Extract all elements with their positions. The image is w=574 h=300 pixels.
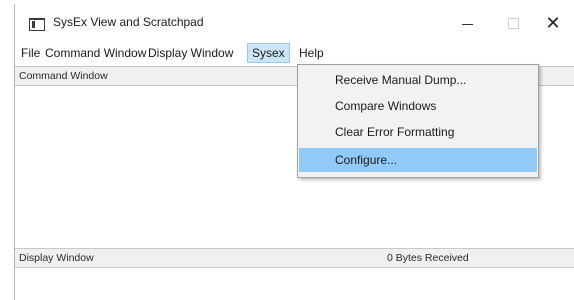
menu-item-receive-manual-dump[interactable]: Receive Manual Dump... [299, 68, 537, 92]
window-title: SysEx View and Scratchpad [53, 15, 204, 29]
menu-display-window[interactable]: Display Window [144, 44, 237, 62]
display-window-area[interactable] [15, 268, 574, 300]
minimize-button[interactable] [445, 4, 489, 42]
menu-command-window[interactable]: Command Window [41, 44, 150, 62]
app-window: SysEx View and Scratchpad ✕ File Command… [14, 4, 574, 300]
menu-help[interactable]: Help [295, 44, 328, 62]
menu-item-clear-error-formatting[interactable]: Clear Error Formatting [299, 120, 537, 144]
maximize-button[interactable] [491, 4, 535, 42]
menu-item-label: Clear Error Formatting [335, 125, 455, 139]
bytes-received-status: 0 Bytes Received [387, 252, 469, 264]
maximize-icon [507, 17, 519, 29]
display-window-label: Display Window [19, 252, 94, 264]
menu-item-label: Configure... [335, 153, 398, 167]
menu-item-configure[interactable]: Configure... [299, 148, 537, 172]
menu-item-label: Receive Manual Dump... [335, 73, 467, 87]
command-window-label: Command Window [19, 70, 108, 82]
title-bar[interactable]: SysEx View and Scratchpad ✕ [15, 4, 574, 42]
menu-item-label: Compare Windows [335, 99, 437, 113]
close-button[interactable]: ✕ [531, 4, 574, 42]
menu-bar: File Command Window Display Window Sysex… [15, 42, 574, 64]
display-window-header: Display Window 0 Bytes Received [15, 248, 574, 268]
menu-sysex[interactable]: Sysex [247, 43, 290, 63]
menu-item-compare-windows[interactable]: Compare Windows [299, 94, 537, 118]
app-window-icon[interactable] [29, 18, 45, 31]
close-icon: ✕ [545, 13, 561, 33]
sysex-dropdown-menu: Receive Manual Dump... Compare Windows C… [297, 64, 539, 178]
minimize-icon [461, 23, 473, 25]
